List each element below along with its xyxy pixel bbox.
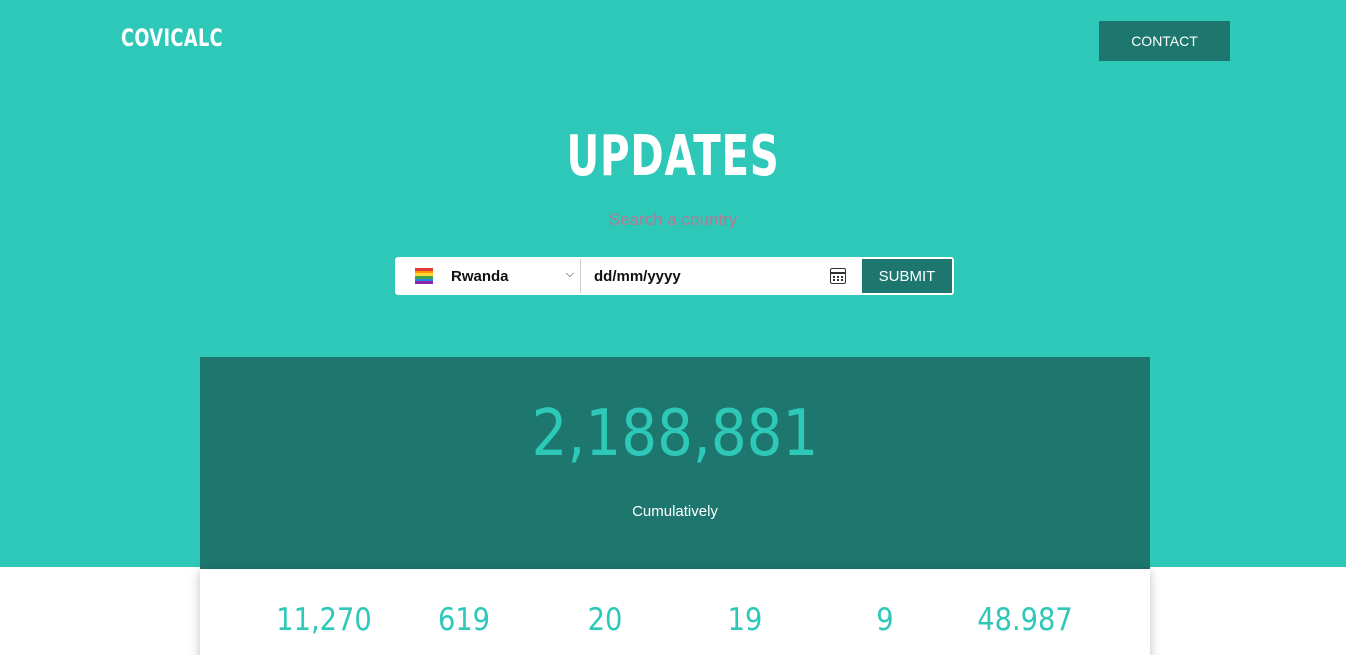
summary-panel: 2,188,881 Cumulatively bbox=[200, 357, 1150, 569]
country-selected-value: Rwanda bbox=[451, 267, 509, 285]
rainbow-flag-icon bbox=[415, 268, 433, 285]
metric-value: 19 bbox=[727, 602, 763, 638]
total-caption: Cumulatively bbox=[632, 503, 718, 520]
search-hint: Search a country bbox=[608, 210, 738, 229]
brand-logo[interactable]: COVICALC bbox=[121, 24, 223, 52]
metric-value: 20 bbox=[587, 602, 623, 638]
search-form: Rwanda ⌵ dd/mm/yyyy SUBMIT bbox=[395, 257, 954, 295]
date-placeholder: dd/mm/yyyy bbox=[594, 267, 681, 285]
country-select[interactable]: Rwanda ⌵ bbox=[397, 259, 581, 293]
metric-value: 48.987 bbox=[977, 602, 1073, 638]
metric-value: 9 bbox=[876, 602, 894, 638]
metrics-card: 11,270 619 20 19 9 48.987 bbox=[200, 569, 1150, 655]
total-count: 2,188,881 bbox=[531, 397, 819, 471]
chevron-down-icon: ⌵ bbox=[565, 268, 574, 280]
calendar-icon[interactable] bbox=[830, 268, 846, 284]
metric-value: 619 bbox=[437, 602, 491, 638]
metric-value: 11,270 bbox=[276, 602, 372, 638]
contact-button[interactable]: CONTACT bbox=[1099, 21, 1230, 61]
submit-button[interactable]: SUBMIT bbox=[862, 259, 952, 293]
page-title: UPDATES bbox=[566, 124, 780, 189]
date-input[interactable]: dd/mm/yyyy bbox=[581, 259, 862, 293]
